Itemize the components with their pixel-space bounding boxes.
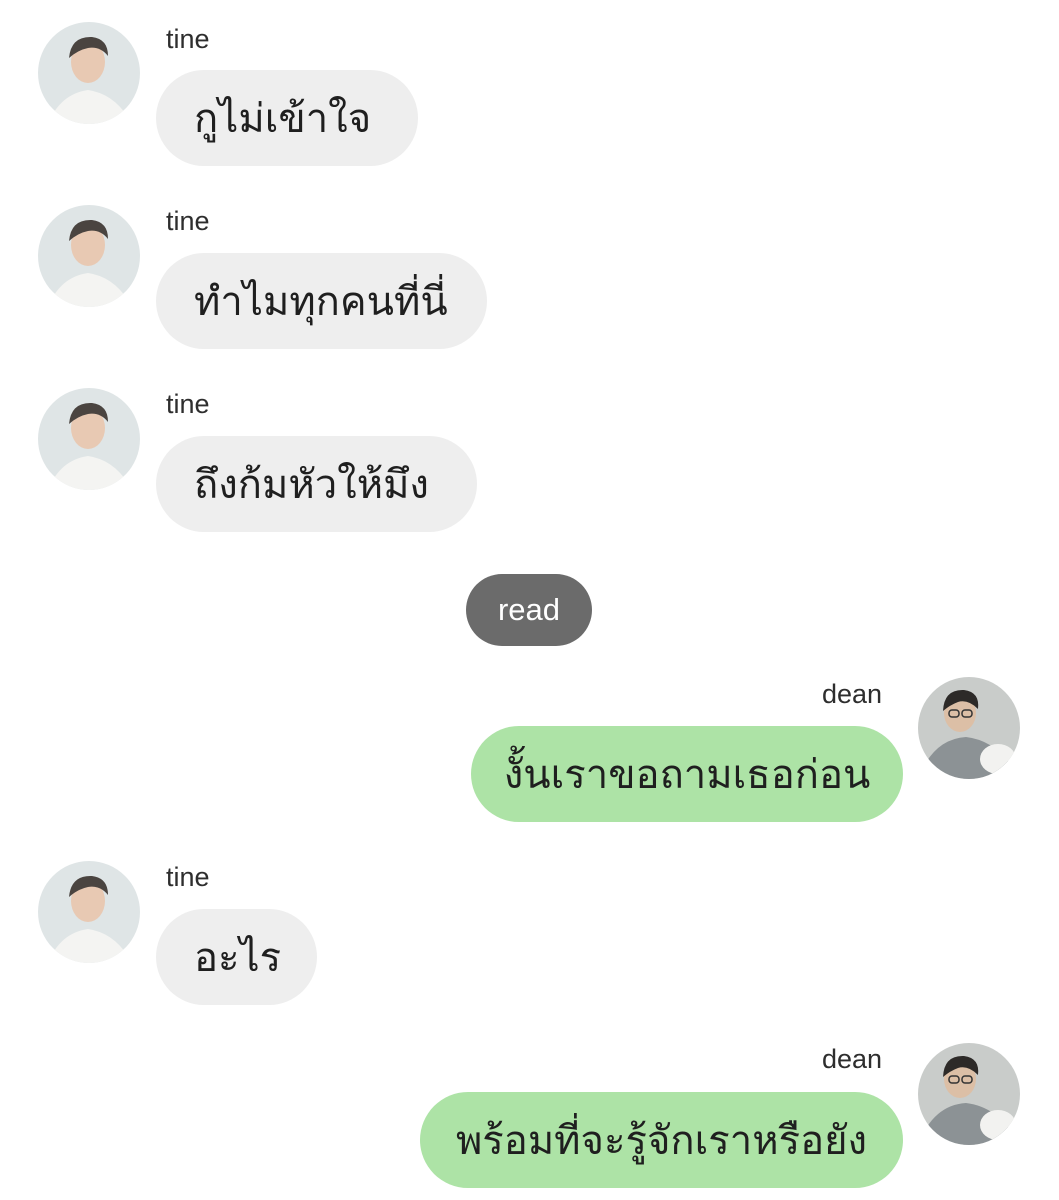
- sender-name: dean: [822, 679, 883, 709]
- avatar[interactable]: [38, 22, 140, 124]
- avatar[interactable]: [38, 861, 140, 963]
- avatar[interactable]: [918, 1043, 1020, 1145]
- avatar[interactable]: [38, 388, 140, 490]
- avatar[interactable]: [38, 205, 140, 307]
- message-bubble[interactable]: งั้นเราขอถามเธอก่อน: [471, 726, 903, 822]
- sender-name: dean: [822, 1044, 883, 1074]
- sender-name: tine: [166, 206, 210, 236]
- sender-name: tine: [166, 389, 210, 419]
- message-bubble[interactable]: ถึงก้มหัวให้มึง: [156, 436, 477, 532]
- read-status-badge: read: [466, 574, 592, 646]
- message-bubble[interactable]: กูไม่เข้าใจ: [156, 70, 418, 166]
- message-bubble[interactable]: ทำไมทุกคนที่นี่: [156, 253, 487, 349]
- sender-name: tine: [166, 862, 210, 892]
- message-bubble[interactable]: อะไร: [156, 909, 317, 1005]
- message-bubble[interactable]: พร้อมที่จะรู้จักเราหรือยัง: [420, 1092, 903, 1188]
- avatar[interactable]: [918, 677, 1020, 779]
- sender-name: tine: [166, 24, 210, 54]
